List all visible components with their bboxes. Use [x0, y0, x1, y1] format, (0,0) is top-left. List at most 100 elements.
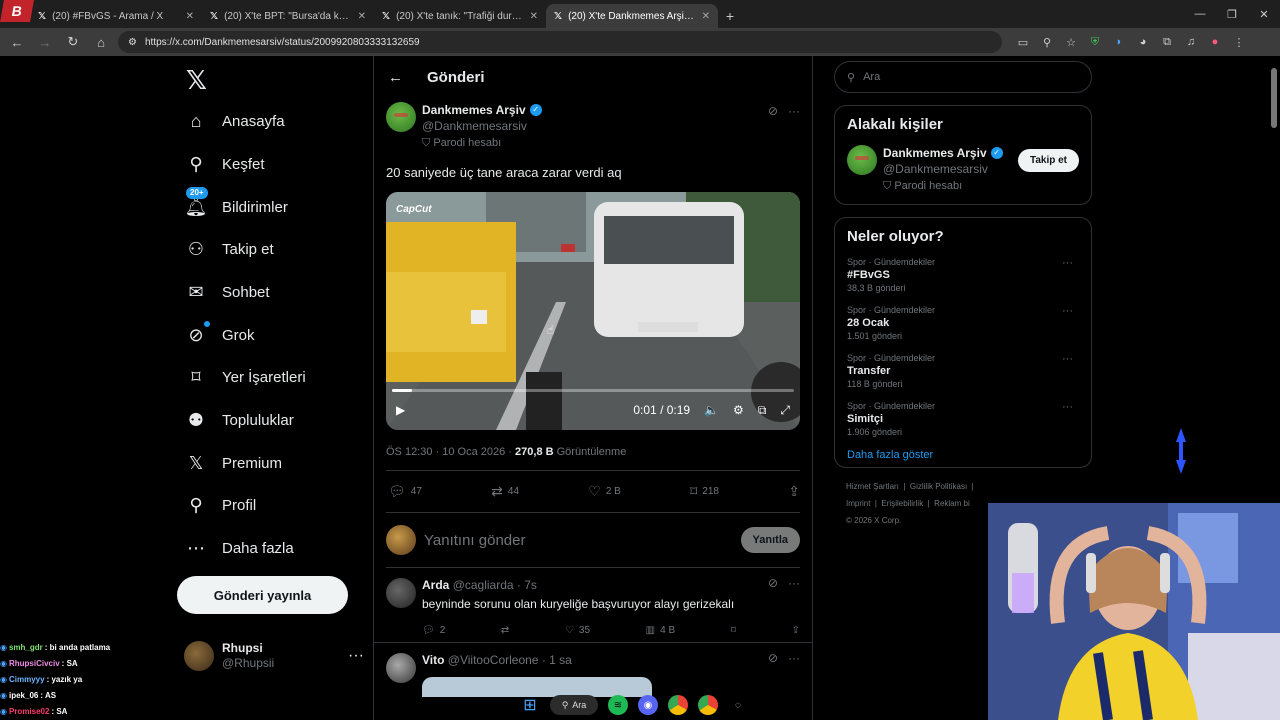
trend-item[interactable]: Spor · Gündemdekiler #FBvGS 38,3 B gönderi…: [847, 257, 1079, 293]
browser-tab[interactable]: 𝕏 (20) #FBvGS - Arama / X ✕: [30, 4, 202, 28]
url-field[interactable]: ⚙ https://x.com/Dankmemesarsiv/status/20…: [118, 31, 1002, 53]
chrome-alt-icon[interactable]: [698, 695, 718, 715]
chat-username[interactable]: Promise02: [9, 704, 49, 720]
windows-start-icon[interactable]: ⊞: [520, 695, 540, 715]
like-action[interactable]: ♡ 35: [565, 625, 590, 636]
sidebar-item-topluluklar[interactable]: ⚉ Topluluklar: [184, 400, 294, 440]
show-more-link[interactable]: Daha fazla göster: [847, 449, 1079, 461]
repost-action[interactable]: ⇄ 44: [491, 483, 519, 500]
chat-username[interactable]: ipek_06: [9, 688, 38, 704]
settings-icon[interactable]: ⚙: [733, 403, 744, 417]
reply-submit-button[interactable]: Yanıtla: [740, 527, 800, 553]
grok-icon[interactable]: ⊘: [768, 576, 778, 590]
privacy-link[interactable]: Gizlilik Politikası: [910, 482, 967, 491]
avatar[interactable]: [386, 578, 416, 608]
profile-browser-icon[interactable]: ●: [1206, 32, 1224, 52]
zoom-icon[interactable]: ⚲: [1038, 32, 1056, 52]
media-icon[interactable]: ♫: [1182, 32, 1200, 52]
search-input[interactable]: ⚲ Ara: [834, 61, 1092, 93]
bookmark-action[interactable]: ⌑ 218: [690, 483, 719, 500]
close-window-icon[interactable]: ✕: [1248, 0, 1280, 28]
fullscreen-icon[interactable]: ⤢: [780, 403, 790, 418]
new-tab-button[interactable]: +: [718, 4, 742, 28]
reply-author-handle[interactable]: @ViitooCorleone: [448, 653, 539, 667]
bookmark-icon[interactable]: ⌑: [731, 625, 736, 636]
accessibility-link[interactable]: Erişilebilirlik: [881, 499, 923, 508]
chat-username[interactable]: RhupsiCivciv: [9, 656, 60, 672]
share-icon[interactable]: ⇪: [792, 625, 800, 636]
follow-button[interactable]: Takip et: [1017, 149, 1079, 172]
app-icon[interactable]: ◌: [728, 695, 748, 715]
reload-icon[interactable]: ↻: [62, 31, 84, 53]
share-action[interactable]: ⇪: [788, 483, 800, 500]
avatar[interactable]: [847, 145, 877, 175]
more-icon[interactable]: ···: [1062, 305, 1073, 317]
home-browser-icon[interactable]: ⌂: [90, 31, 112, 53]
x-logo-icon[interactable]: 𝕏: [186, 66, 207, 96]
author-name[interactable]: Dankmemes Arşiv: [422, 102, 526, 118]
sidebar-item-profil[interactable]: ⚲ Profil: [184, 485, 256, 525]
sidebar-item-grok[interactable]: ⊘ Grok: [184, 315, 255, 355]
chat-username[interactable]: Cimmyyy: [9, 672, 45, 688]
close-tab-icon[interactable]: ✕: [530, 11, 538, 22]
more-icon[interactable]: ···: [788, 104, 800, 118]
sidebar-item-bildirimler[interactable]: 🔔︎ 20+ Bildirimler: [184, 187, 288, 227]
reply-time[interactable]: · 1 sa: [542, 653, 572, 667]
imprint-link[interactable]: Imprint: [846, 499, 870, 508]
close-tab-icon[interactable]: ✕: [186, 11, 194, 22]
more-icon[interactable]: ···: [1062, 257, 1073, 269]
reply-tweet[interactable]: Arda @cagliarda · 7s beyninde sorunu ola…: [374, 568, 812, 643]
cast-icon[interactable]: ▭: [1014, 32, 1032, 52]
close-tab-icon[interactable]: ✕: [702, 11, 710, 22]
discord-icon[interactable]: ◉: [638, 695, 658, 715]
volume-icon[interactable]: 🔈: [704, 403, 719, 417]
reply-author-handle[interactable]: @cagliarda: [453, 578, 514, 592]
more-icon[interactable]: ···: [348, 647, 364, 665]
back-arrow-icon[interactable]: ←: [388, 69, 403, 86]
reply-action[interactable]: 💬︎ 2: [422, 625, 445, 636]
grok-icon[interactable]: ⊘: [768, 104, 778, 118]
author-name[interactable]: Dankmemes Arşiv: [883, 145, 987, 161]
sidebar-item-ke-fet[interactable]: ⚲ Keşfet: [184, 144, 264, 184]
terms-link[interactable]: Hizmet Şartları: [846, 482, 899, 491]
more-icon[interactable]: ···: [788, 576, 800, 590]
post-button[interactable]: Gönderi yayınla: [177, 576, 348, 614]
reply-author-name[interactable]: Arda: [422, 578, 449, 592]
chat-username[interactable]: smh_gdr: [9, 640, 43, 656]
tweet-time[interactable]: ÖS 12:30 · 10 Oca 2026 ·: [386, 446, 515, 458]
extension-icon-3[interactable]: ◕: [1134, 32, 1152, 52]
browser-tab[interactable]: 𝕏 (20) X'te BPT: "Bursa'da kas has ✕: [202, 4, 374, 28]
sidebar-item-sohbet[interactable]: ✉ Sohbet: [184, 272, 269, 312]
grok-icon[interactable]: ⊘: [768, 651, 778, 665]
repost-action[interactable]: ⇄: [501, 625, 509, 636]
reply-action[interactable]: 💬︎ 47: [388, 483, 422, 500]
sidebar-item-anasayfa[interactable]: ⌂ Anasayfa: [184, 101, 285, 141]
play-icon[interactable]: ▶: [396, 403, 405, 417]
account-switcher[interactable]: Rhupsi @Rhupsii ···: [184, 640, 364, 672]
trend-item[interactable]: Spor · Gündemdekiler 28 Ocak 1.501 gönderi…: [847, 305, 1079, 341]
pip-icon[interactable]: ⧉: [758, 403, 767, 418]
reply-time[interactable]: · 7s: [517, 578, 537, 592]
restore-icon[interactable]: ❐: [1216, 0, 1248, 28]
chrome-icon[interactable]: [668, 695, 688, 715]
avatar[interactable]: [386, 102, 416, 132]
minimize-icon[interactable]: —: [1184, 0, 1216, 28]
author-handle[interactable]: @Dankmemesarsiv: [422, 118, 542, 134]
sidebar-item-takip-et[interactable]: ⚇ Takip et: [184, 229, 274, 269]
forward-icon[interactable]: →: [34, 31, 56, 53]
reply-input[interactable]: Yanıtını gönder: [424, 532, 733, 549]
sidebar-item-premium[interactable]: 𝕏 Premium: [184, 443, 282, 483]
sidebar-item-yer-i-aretleri[interactable]: ⌑ Yer İşaretleri: [184, 357, 305, 397]
menu-icon[interactable]: ⋮: [1230, 32, 1248, 52]
spotify-icon[interactable]: ≋: [608, 695, 628, 715]
trend-item[interactable]: Spor · Gündemdekiler Transfer 118 B gönder…: [847, 353, 1079, 389]
close-tab-icon[interactable]: ✕: [358, 11, 366, 22]
author-handle[interactable]: @Dankmemesarsiv: [883, 161, 1012, 177]
sidebar-item-daha-fazla[interactable]: ⋯ Daha fazla: [184, 528, 294, 568]
video-player[interactable]: CapCut ▶ 0:01 / 0:19 🔈 ⚙ ⧉ ⤢: [386, 192, 800, 430]
shield-extension-icon[interactable]: ⛨: [1086, 32, 1104, 52]
taskbar-search[interactable]: ⚲ Ara: [550, 695, 598, 715]
views-action[interactable]: ▥ 4 B: [646, 625, 675, 636]
extensions-icon[interactable]: ⧉: [1158, 32, 1176, 52]
avatar[interactable]: [386, 653, 416, 683]
